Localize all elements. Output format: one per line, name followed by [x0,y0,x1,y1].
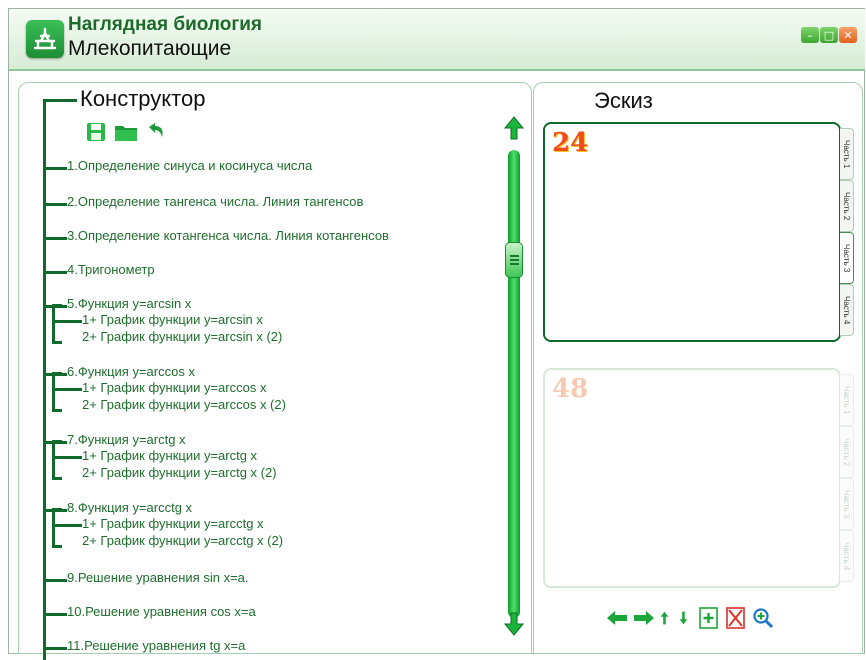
subtree-branch [52,388,82,391]
sketch-tab[interactable]: Часть 2 [840,180,854,232]
constructor-title: Конструктор [80,86,206,111]
tree-subitem[interactable]: 1+ График функции y=arccos x [82,380,266,395]
tree-item[interactable]: 7.Функция y=arctg x [67,432,186,447]
arrow-right-icon[interactable] [633,607,655,629]
subtree-bracket [52,304,62,344]
sketch-tab-label: Часть 1 [842,139,851,169]
subtree-branch [52,456,82,459]
close-button[interactable]: ✕ [839,27,857,43]
tree-item[interactable]: 4.Тригонометр [67,262,155,277]
tree-branch [43,237,67,240]
window-controls: – □ ✕ [801,27,857,43]
sketch-tab-label: Часть 3 [842,489,851,519]
sketch-tab[interactable]: Часть 2 [840,426,854,478]
scrollbar-track[interactable] [508,150,520,618]
add-page-icon[interactable] [698,607,720,629]
tree-subitem[interactable]: 2+ График функции y=arccos x (2) [82,397,286,412]
scrollbar-thumb[interactable] [505,242,523,278]
app-logo-icon [26,20,64,58]
subtree-bracket [52,440,62,480]
constructor-toolbar [85,121,167,143]
tree-trunk-line [43,100,46,660]
sketch-toolbar [606,607,774,629]
sketch-card-number: 48 [552,374,589,404]
tree-item[interactable]: 8.Функция y=arcctg x [67,500,192,515]
sketch-card-number: 24 [552,128,589,158]
tree-item[interactable]: 1.Определение синуса и косинуса числа [67,158,312,173]
tree-branch [43,613,67,616]
tree-branch [43,579,67,582]
title-bar: Наглядная биология Млекопитающие – □ ✕ [9,9,865,71]
minimize-button[interactable]: – [801,27,819,43]
app-title: Наглядная биология [68,14,263,35]
sketch-tab-label: Часть 3 [842,243,851,273]
tree-branch-title [43,99,77,102]
sketch-tab-label: Часть 1 [842,385,851,415]
subtree-branch [52,524,82,527]
zoom-icon[interactable] [752,607,774,629]
tree-item[interactable]: 5.Функция y=arcsin x [67,296,191,311]
tree-subitem[interactable]: 2+ График функции y=arcsin x (2) [82,329,282,344]
app-subtitle: Млекопитающие [68,37,232,60]
save-icon[interactable] [85,121,107,143]
subtree-branch [52,320,82,323]
tree-subitem[interactable]: 1+ График функции y=arctg x [82,448,257,463]
subtree-bracket [52,372,62,412]
sketch-title: Эскиз [594,88,653,113]
open-folder-icon[interactable] [113,121,139,143]
tree-subitem[interactable]: 2+ График функции y=arctg x (2) [82,465,277,480]
tree-item[interactable]: 10.Решение уравнения cos x=a [67,604,256,619]
tree-item[interactable]: 3.Определение котангенса числа. Линия ко… [67,228,389,243]
sketch-tab[interactable]: Часть 3 [840,478,854,530]
sketch-tab[interactable]: Часть 4 [840,284,854,336]
sketch-tab[interactable]: Часть 4 [840,530,854,582]
arrow-up-icon[interactable] [660,607,674,629]
sketch-tab-label: Часть 4 [842,541,851,571]
sketch-tab[interactable]: Часть 1 [840,374,854,426]
tree-item[interactable]: 9.Решение уравнения sin x=a. [67,570,249,585]
undo-icon[interactable] [145,121,167,143]
delete-icon[interactable] [725,607,747,629]
sketch-tab-label: Часть 2 [842,437,851,467]
sketch-tab[interactable]: Часть 3 [840,232,854,284]
tree-item[interactable]: 11.Решение уравнения tg x=a [67,638,245,653]
scroll-up-icon[interactable] [504,116,524,140]
maximize-button[interactable]: □ [820,27,838,43]
tree-branch [43,203,67,206]
tree-item[interactable]: 6.Функция y=arccos x [67,364,195,379]
tree-subitem[interactable]: 1+ График функции y=arcsin x [82,312,263,327]
tree-branch [43,167,67,170]
sketch-tab-label: Часть 2 [842,191,851,221]
arrow-left-icon[interactable] [606,607,628,629]
tree-item[interactable]: 2.Определение тангенса числа. Линия танг… [67,194,363,209]
subtree-bracket [52,508,62,548]
sketch-tab[interactable]: Часть 1 [840,128,854,180]
sketch-tab-label: Часть 4 [842,295,851,325]
tree-branch [43,647,67,650]
tree-subitem[interactable]: 2+ График функции y=arcctg x (2) [82,533,283,548]
scroll-down-icon[interactable] [504,612,524,636]
tree-branch [43,271,67,274]
arrow-down-icon[interactable] [679,607,693,629]
tree-subitem[interactable]: 1+ График функции y=arcctg x [82,516,264,531]
